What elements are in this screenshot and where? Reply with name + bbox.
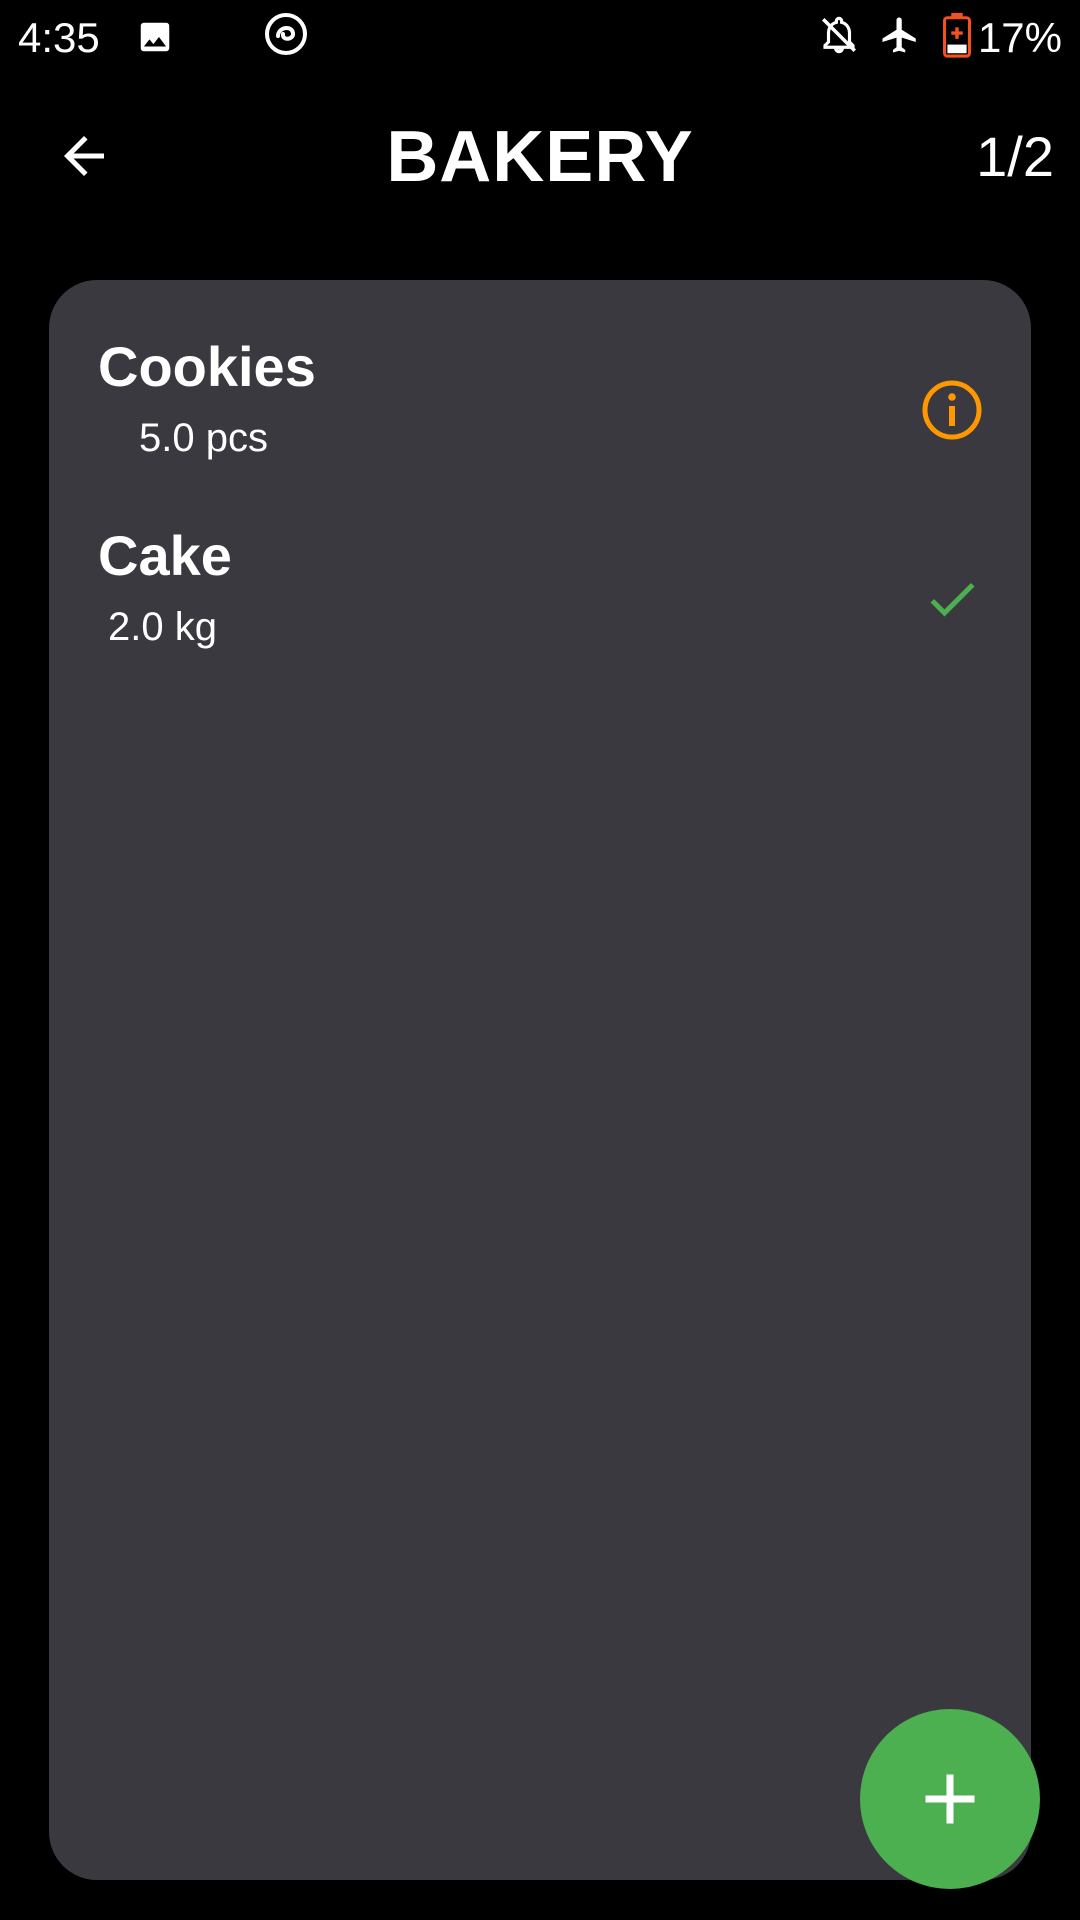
list-item[interactable]: Cookies 5.0 pcs [49, 332, 1031, 512]
check-icon [930, 582, 975, 617]
app-bar: BAKERY 1/2 [0, 90, 1080, 220]
battery-saver-icon [943, 12, 971, 58]
shopping-list-card: Cookies 5.0 pcs Cake 2.0 kg [49, 280, 1031, 1880]
item-name: Cookies [98, 335, 316, 398]
screen: 4:35 17% BAKERY 1/2 Cookies 5.0 pcs Cake… [0, 0, 1080, 1920]
info-button[interactable] [919, 377, 985, 443]
app-spiral-icon [265, 13, 307, 55]
item-quantity: 5.0 pcs [139, 416, 268, 460]
checked-button[interactable] [919, 566, 985, 632]
image-icon [140, 22, 170, 52]
notifications-off-icon [822, 16, 856, 54]
item-name: Cake [98, 524, 232, 587]
list-item[interactable]: Cake 2.0 kg [49, 521, 1031, 701]
page-title: BAKERY [386, 117, 694, 197]
airplane-mode-icon [882, 17, 916, 53]
plus-icon [925, 1774, 975, 1824]
page-counter: 1/2 [976, 125, 1054, 188]
add-item-button[interactable] [860, 1709, 1040, 1889]
battery-percent: 17% [977, 14, 1062, 61]
status-bar: 4:35 17% [0, 0, 1080, 75]
info-icon [922, 380, 982, 440]
item-quantity: 2.0 kg [108, 605, 217, 649]
status-time: 4:35 [18, 14, 100, 61]
